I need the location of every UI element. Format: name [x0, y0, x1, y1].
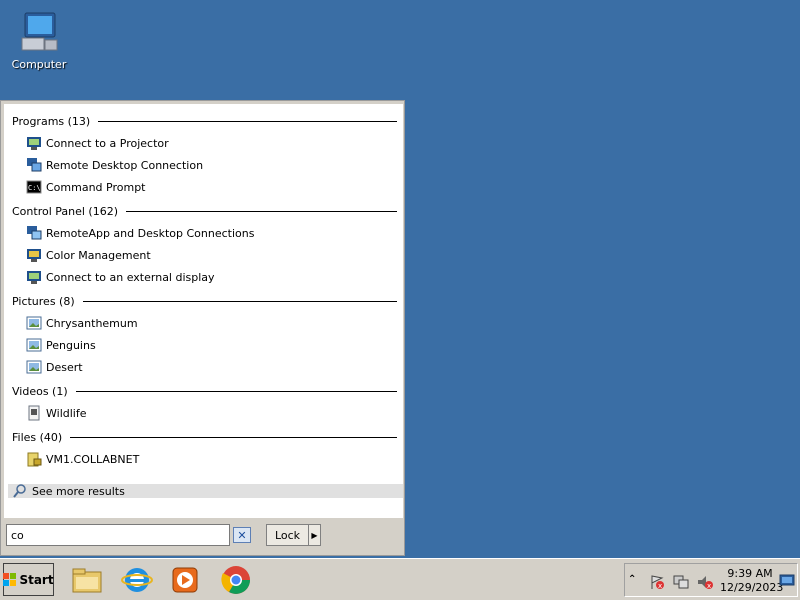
result-penguins[interactable]: Penguins: [26, 336, 386, 354]
result-label: Connect to a Projector: [46, 136, 169, 150]
section-control-panel: Control Panel (162): [12, 204, 397, 218]
result-remote-desktop[interactable]: Remote Desktop Connection: [26, 156, 386, 174]
lock-button[interactable]: Lock ▶: [266, 524, 321, 546]
clock-date: 12/29/2023: [720, 581, 784, 594]
section-files: Files (40): [12, 430, 397, 444]
see-more-results[interactable]: See more results: [8, 484, 403, 498]
section-title: Pictures (8): [12, 294, 75, 308]
result-label: Wildlife: [46, 406, 87, 420]
result-external-display[interactable]: Connect to an external display: [26, 268, 386, 286]
chevron-right-icon[interactable]: ▶: [308, 525, 320, 545]
windows-logo-icon: [3, 572, 17, 587]
svg-text:C:\: C:\: [28, 184, 41, 192]
result-chrysanthemum[interactable]: Chrysanthemum: [26, 314, 386, 332]
result-remoteapp[interactable]: RemoteApp and Desktop Connections: [26, 224, 386, 242]
lock-file-icon: [26, 451, 42, 467]
start-label: Start: [19, 572, 54, 587]
search-row: ✕ Lock ▶: [6, 524, 321, 546]
close-icon: ✕: [237, 528, 247, 542]
section-title: Control Panel (162): [12, 204, 119, 218]
picture-icon: [26, 337, 42, 353]
system-tray: ⌃ x x 9:39 AM 12/29/2023: [624, 563, 798, 597]
command-prompt-icon: C:\: [26, 179, 42, 195]
section-videos: Videos (1): [12, 384, 397, 398]
remote-desktop-icon: [26, 157, 42, 173]
result-label: Chrysanthemum: [46, 316, 138, 330]
lock-label: Lock: [274, 528, 301, 542]
search-input[interactable]: [6, 524, 230, 546]
result-label: RemoteApp and Desktop Connections: [46, 226, 255, 240]
section-title: Videos (1): [12, 384, 68, 398]
show-hidden-icon[interactable]: ⌃: [628, 574, 644, 590]
section-pictures: Pictures (8): [12, 294, 397, 308]
search-icon: [12, 483, 28, 499]
computer-icon: [15, 8, 63, 56]
result-label: Desert: [46, 360, 83, 374]
result-wildlife[interactable]: Wildlife: [26, 404, 386, 422]
start-menu: Programs (13) Connect to a Projector Rem…: [0, 100, 405, 556]
picture-icon: [26, 359, 42, 375]
internet-explorer-icon[interactable]: [120, 563, 154, 597]
desktop-icon-label: Computer: [11, 58, 67, 71]
chrome-icon[interactable]: [219, 563, 253, 597]
result-color-management[interactable]: Color Management: [26, 246, 386, 264]
show-desktop-icon[interactable]: [779, 572, 795, 588]
result-command-prompt[interactable]: C:\ Command Prompt: [26, 178, 386, 196]
result-label: Command Prompt: [46, 180, 146, 194]
picture-icon: [26, 315, 42, 331]
taskbar: Start ⌃ x x 9:39 AM 12/29/2023: [0, 558, 800, 600]
start-button[interactable]: Start: [3, 563, 54, 596]
section-title: Files (40): [12, 430, 63, 444]
result-connect-projector[interactable]: Connect to a Projector: [26, 134, 386, 152]
external-display-icon: [26, 269, 42, 285]
search-results: Programs (13) Connect to a Projector Rem…: [4, 104, 403, 518]
projector-icon: [26, 135, 42, 151]
remoteapp-icon: [26, 225, 42, 241]
volume-muted-icon[interactable]: x: [697, 574, 713, 590]
result-label: Penguins: [46, 338, 96, 352]
clock[interactable]: 9:39 AM 12/29/2023: [720, 567, 784, 595]
result-vm1-collabnet[interactable]: VM1.COLLABNET: [26, 450, 386, 468]
result-label: Remote Desktop Connection: [46, 158, 204, 172]
svg-text:x: x: [658, 582, 662, 590]
clear-search-button[interactable]: ✕: [233, 527, 251, 543]
file-explorer-icon[interactable]: [70, 563, 104, 597]
see-more-label: See more results: [32, 484, 125, 498]
action-center-icon[interactable]: x: [649, 574, 665, 590]
video-icon: [26, 405, 42, 421]
result-label: Connect to an external display: [46, 270, 215, 284]
section-programs: Programs (13): [12, 114, 397, 128]
media-player-icon[interactable]: [168, 563, 202, 597]
svg-text:x: x: [707, 582, 711, 590]
clock-time: 9:39 AM: [727, 567, 773, 580]
section-title: Programs (13): [12, 114, 91, 128]
result-label: Color Management: [46, 248, 151, 262]
desktop-icon-computer[interactable]: Computer: [8, 8, 70, 71]
color-management-icon: [26, 247, 42, 263]
result-label: VM1.COLLABNET: [46, 452, 140, 466]
network-icon[interactable]: [673, 574, 689, 590]
result-desert[interactable]: Desert: [26, 358, 386, 376]
